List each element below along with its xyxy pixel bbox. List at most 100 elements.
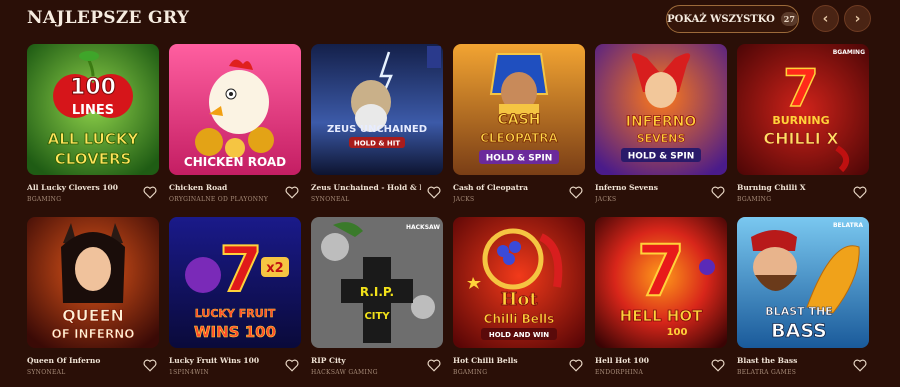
game-thumbnail[interactable]: INFERNO SEVENS HOLD & SPIN [595,44,727,175]
game-name[interactable]: Lucky Fruit Wins 100 [169,356,279,365]
svg-text:7: 7 [783,59,819,119]
art-text: HOLD & HIT [354,140,401,148]
heart-icon[interactable] [143,359,157,372]
game-provider: Belatra Games [737,369,797,376]
game-thumbnail[interactable]: CASH CLEOPATRA HOLD & SPIN [453,44,585,175]
heart-icon[interactable] [569,359,583,372]
game-name[interactable]: Inferno Sevens [595,183,705,192]
game-provider: Synoneal [27,369,66,376]
section-header: Najlepsze gry Pokaż wszystko 27 ‹ › [27,5,873,33]
game-card[interactable]: R.I.P. CITY HACKSAW RIP City Hacksaw Gam… [311,217,443,376]
game-thumbnail[interactable]: 7 HELL HOT 100 [595,217,727,348]
chevron-right-icon: › [854,10,861,27]
game-card[interactable]: 7 x2 LUCKY FRUIT WINS 100 Lucky Fruit Wi… [169,217,301,376]
game-thumbnail[interactable]: CHICKEN ROAD [169,44,301,175]
game-provider: BGaming [453,369,488,376]
art-text: CASH [498,112,541,128]
section-title: Najlepsze gry [27,8,190,28]
art-text: OF INFERNO [52,327,135,341]
chevron-left-icon: ‹ [822,10,829,27]
game-provider: Jacks [453,196,475,203]
game-thumbnail[interactable]: BLAST THE BASS BELATRA [737,217,869,348]
game-card[interactable]: BLAST THE BASS BELATRA Blast the Bass Be… [737,217,869,376]
game-thumbnail[interactable]: R.I.P. CITY HACKSAW [311,217,443,348]
art-text: INFERNO [626,114,697,130]
heart-icon[interactable] [143,186,157,199]
art-text: CHILLI X [763,129,839,148]
art-text: BLAST THE [765,305,832,318]
show-all-button[interactable]: Pokaż wszystko 27 [666,5,799,33]
art-text: CHICKEN ROAD [184,155,286,169]
game-name[interactable]: Blast the Bass [737,356,847,365]
game-provider: BGaming [737,196,772,203]
game-name[interactable]: All Lucky Clovers 100 [27,183,137,192]
game-card[interactable]: CHICKEN ROAD Chicken Road Oryginalne od … [169,44,301,203]
art-text: WINS 100 [194,323,276,341]
game-name[interactable]: Burning Chilli X [737,183,847,192]
game-thumbnail[interactable]: ZEUS UNCHAINED HOLD & HIT [311,44,443,175]
game-name[interactable]: Queen Of Inferno [27,356,137,365]
game-name[interactable]: Chicken Road [169,183,279,192]
game-provider: Endorphina [595,369,644,376]
art-text: LINES [72,103,114,118]
game-card[interactable]: 7 BURNING CHILLI X BGAMING Burning Chill… [737,44,869,203]
game-thumbnail[interactable]: 7 BURNING CHILLI X BGAMING [737,44,869,175]
game-name[interactable]: Hot Chilli Bells [453,356,563,365]
game-thumbnail[interactable]: 7 x2 LUCKY FRUIT WINS 100 [169,217,301,348]
art-text: BGAMING [833,49,865,56]
game-card[interactable]: Hot Chilli Bells HOLD AND WIN Hot Chilli… [453,217,585,376]
game-provider: Oryginalne od Playonny [169,196,269,203]
heart-icon[interactable] [853,359,867,372]
game-name[interactable]: Cash of Cleopatra [453,183,563,192]
game-thumbnail[interactable]: Hot Chilli Bells HOLD AND WIN [453,217,585,348]
heart-icon[interactable] [853,186,867,199]
heart-icon[interactable] [285,359,299,372]
game-card[interactable]: 7 HELL HOT 100 Hell Hot 100 Endorphina [595,217,727,376]
game-count-badge: 27 [780,12,798,26]
art-text: LUCKY FRUIT [195,307,276,320]
art-text: HOLD & SPIN [486,154,552,164]
art-text: CLEOPATRA [480,131,558,145]
game-provider: BGaming [27,196,62,203]
art-text: HOLD AND WIN [489,331,549,339]
game-name[interactable]: Zeus Unchained - Hold & Hit [311,183,421,192]
game-name[interactable]: RIP City [311,356,421,365]
art-text: ALL LUCKY [48,130,140,148]
game-thumbnail[interactable]: 100 LINES ALL LUCKY CLOVERS [27,44,159,175]
art-text: ZEUS UNCHAINED [327,124,427,135]
art-text: BELATRA [833,222,863,229]
game-card[interactable]: 100 LINES ALL LUCKY CLOVERS All Lucky Cl… [27,44,159,203]
art-text: Hot [500,289,538,310]
art-text: BASS [771,320,827,342]
game-provider: Synoneal [311,196,350,203]
show-all-label: Pokaż wszystko [667,13,775,25]
carousel-next-button[interactable]: › [844,5,871,32]
game-card[interactable]: QUEEN OF INFERNO Queen Of Inferno Synone… [27,217,159,376]
game-card[interactable]: ZEUS UNCHAINED HOLD & HIT Zeus Unchained… [311,44,443,203]
heart-icon[interactable] [569,186,583,199]
heart-icon[interactable] [427,186,441,199]
art-text: HACKSAW [406,224,440,231]
svg-text:7: 7 [637,230,686,312]
game-provider: Jacks [595,196,617,203]
art-text: HOLD & SPIN [628,152,694,162]
art-text: SEVENS [637,132,686,145]
game-card[interactable]: CASH CLEOPATRA HOLD & SPIN Cash of Cleop… [453,44,585,203]
game-name[interactable]: Hell Hot 100 [595,356,705,365]
heart-icon[interactable] [427,359,441,372]
art-text: CITY [364,311,390,322]
art-text: Chilli Bells [484,312,555,326]
heart-icon[interactable] [285,186,299,199]
game-card[interactable]: INFERNO SEVENS HOLD & SPIN Inferno Seven… [595,44,727,203]
art-text: BURNING [772,114,829,127]
game-provider: Hacksaw Gaming [311,369,378,376]
art-text: R.I.P. [360,285,394,299]
art-text: x2 [266,261,283,276]
heart-icon[interactable] [711,359,725,372]
heart-icon[interactable] [711,186,725,199]
game-thumbnail[interactable]: QUEEN OF INFERNO [27,217,159,348]
art-text: 100 [667,327,688,338]
art-text: 100 [70,75,116,100]
art-text: HELL HOT [620,307,703,325]
carousel-prev-button[interactable]: ‹ [812,5,839,32]
